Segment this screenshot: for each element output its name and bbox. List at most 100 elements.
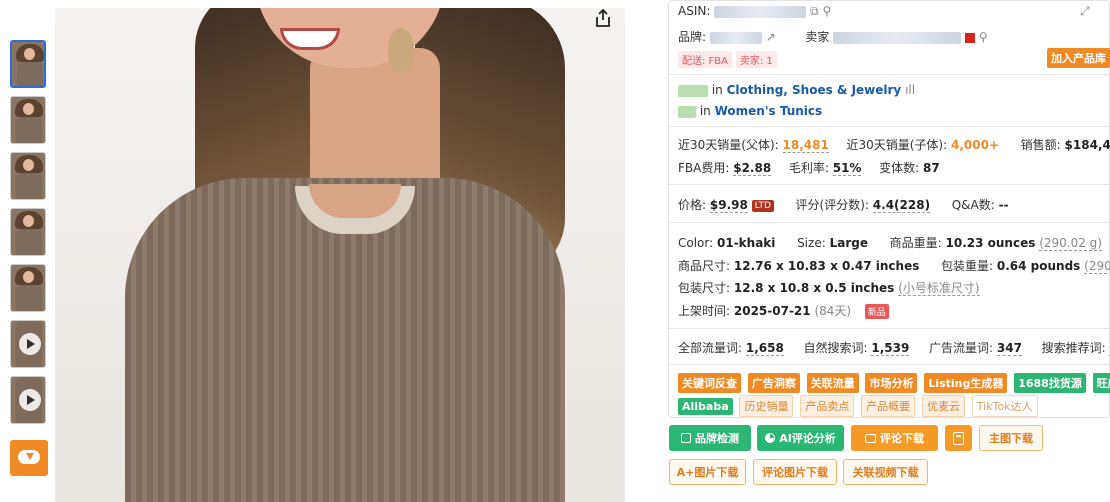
child-sales-label: 近30天销量(子体): [846,138,948,152]
ai-review-label: AI评论分析 [779,432,836,445]
color-value: 01-khaki [717,236,776,250]
revenue-value: $184,440 [1064,138,1110,152]
seller-label: 卖家 [805,30,830,44]
item-weight-label: 商品重量: [889,236,942,250]
rank-value-masked [678,105,696,118]
tool-listing-generator[interactable]: Listing生成器 [924,373,1008,393]
qa-value: -- [998,198,1009,212]
aplus-download-label: A+图片下载 [676,466,739,479]
brand-value-masked[interactable] [709,31,762,44]
location-pin-icon: ⚲ [978,30,988,44]
thumbnail-4[interactable] [10,208,46,256]
listed-date-row: 上架时间: 2025-07-21 (84天) 新品 [678,302,889,319]
expand-icon[interactable]: ⤢ [1080,4,1090,19]
rank-category-link[interactable]: Clothing, Shoes & Jewelry [727,83,902,97]
main-image-download-button[interactable]: 主图下载 [979,425,1043,451]
tools-row-2: Alibaba 历史销量 产品卖点 产品概要 优麦云 TikTok达人 [678,395,1041,417]
thumbnail-1[interactable] [10,40,46,88]
brand-check-button[interactable]: 品牌检测 [669,425,751,451]
fba-fee-value[interactable]: $2.88 [733,161,772,176]
main-image-download-label: 主图下载 [989,432,1033,445]
parent-sales-value[interactable]: 18,481 [782,138,829,153]
review-image-download-button[interactable]: 评论图片下载 [753,459,837,485]
review-download-button[interactable]: 评论下载 [851,425,938,451]
tool-sales-history[interactable]: 历史销量 [739,395,794,417]
related-video-download-button[interactable]: 关联视频下载 [843,459,928,485]
revenue-label: 销售额: [1020,138,1061,152]
thumbnail-strip [10,40,48,432]
tool-alibaba[interactable]: Alibaba [678,398,733,415]
tool-ad-insights[interactable]: 广告洞察 [747,373,800,393]
tools-row-1: 关键词反查 广告洞察 关联流量 市场分析 Listing生成器 1688找货源 … [678,373,1110,393]
item-dimensions-value: 12.76 x 10.83 x 0.47 inches [733,259,920,273]
pie-chart-icon [765,433,776,443]
download-images-button[interactable] [10,440,48,476]
play-icon [19,333,41,355]
tool-wangdiantong[interactable]: 旺店通 [1092,373,1110,393]
thumbnail-2[interactable] [10,96,46,144]
external-link-icon[interactable]: ↗ [766,30,776,44]
thumbnail-3[interactable] [10,152,46,200]
thumbnail-video-1[interactable] [10,320,46,368]
child-sales-value: 4,000+ [951,138,1000,152]
thumbnail-video-2[interactable] [10,376,46,424]
asin-label: ASIN: [678,4,711,18]
package-weight-value: 0.64 pounds [996,259,1081,273]
add-to-product-library-button[interactable]: 加入产品库 [1047,48,1110,68]
rating-value[interactable]: 4.4(228) [872,198,931,213]
thumbnail-5[interactable] [10,264,46,312]
brand-label: 品牌: [678,30,707,44]
tool-related-traffic[interactable]: 关联流量 [806,373,859,393]
rank-row-2: in Women's Tunics [678,104,822,118]
rank-category-link[interactable]: Women's Tunics [715,104,823,118]
copy-icon[interactable]: ⧉ [810,4,819,18]
share-icon[interactable] [594,8,612,28]
shipping-tag: 配送: FBA [678,51,733,68]
variants-value: 87 [922,161,940,175]
tool-keyword-reverse[interactable]: 关键词反查 [678,373,741,393]
qa-label: Q&A数: [951,198,995,212]
main-product-image [55,8,625,502]
play-icon [19,389,41,411]
fee-row: FBA费用: $2.88 毛利率: 51% 变体数: 87 [678,159,940,176]
square-icon [681,433,691,443]
package-dimensions-value: 12.8 x 10.8 x 0.5 inches [733,281,895,295]
tool-tiktok-influencer[interactable]: TikTok达人 [971,395,1038,417]
rank-row-1: in Clothing, Shoes & Jewelry ıll [678,83,915,97]
location-icon: ⚲ [822,4,832,18]
natural-search-value[interactable]: 1,539 [871,341,910,356]
bar-chart-icon[interactable]: ıll [905,83,915,97]
rank-prefix: in [711,83,723,97]
price-row: 价格: $9.98 LTD 评分(评分数): 4.4(228) Q&A数: -- [678,196,1009,213]
tool-youmaiyun[interactable]: 优麦云 [921,395,965,417]
listed-date-label: 上架时间: [678,304,731,318]
tool-market-analysis[interactable]: 市场分析 [865,373,918,393]
new-product-badge: 新品 [864,304,889,319]
review-image-download-label: 评论图片下载 [762,466,828,479]
item-weight-value: 10.23 ounces [945,236,1036,250]
tool-selling-points[interactable]: 产品卖点 [800,395,855,417]
all-traffic-value[interactable]: 1,658 [745,341,784,356]
price-value[interactable]: $9.98 [709,198,748,213]
ai-review-analysis-button[interactable]: AI评论分析 [757,425,844,451]
listed-date-value: 2025-07-21 [733,304,811,318]
brand-check-label: 品牌检测 [695,432,739,445]
sales-row: 近30天销量(父体): 18,481 近30天销量(子体): 4,000+ 销售… [678,136,1110,153]
tool-product-overview[interactable]: 产品概要 [861,395,916,417]
item-dimensions-label: 商品尺寸: [678,259,731,273]
product-info-panel: ASIN: ⧉ ⚲ ⤢ 品牌: ↗ 卖家 ⚲ 配送: FBA 卖家: 1 加入产… [668,0,1110,502]
calculator-button[interactable] [945,425,972,451]
item-weight-grams: (290.02 g) [1039,236,1102,251]
ad-traffic-value[interactable]: 347 [996,341,1022,356]
tool-1688-sourcing[interactable]: 1688找货源 [1014,373,1086,393]
package-dimensions-label: 包装尺寸: [678,281,731,295]
natural-search-label: 自然搜索词: [803,341,868,355]
aplus-image-download-button[interactable]: A+图片下载 [669,459,746,485]
package-weight-grams: (290.30 g) [1084,259,1110,274]
rank-value-masked [678,84,708,97]
margin-value[interactable]: 51% [832,161,862,176]
variants-label: 变体数: [879,161,920,175]
seller-value-masked[interactable] [833,31,962,44]
review-download-label: 评论下载 [880,432,924,445]
ad-traffic-label: 广告流量词: [929,341,994,355]
